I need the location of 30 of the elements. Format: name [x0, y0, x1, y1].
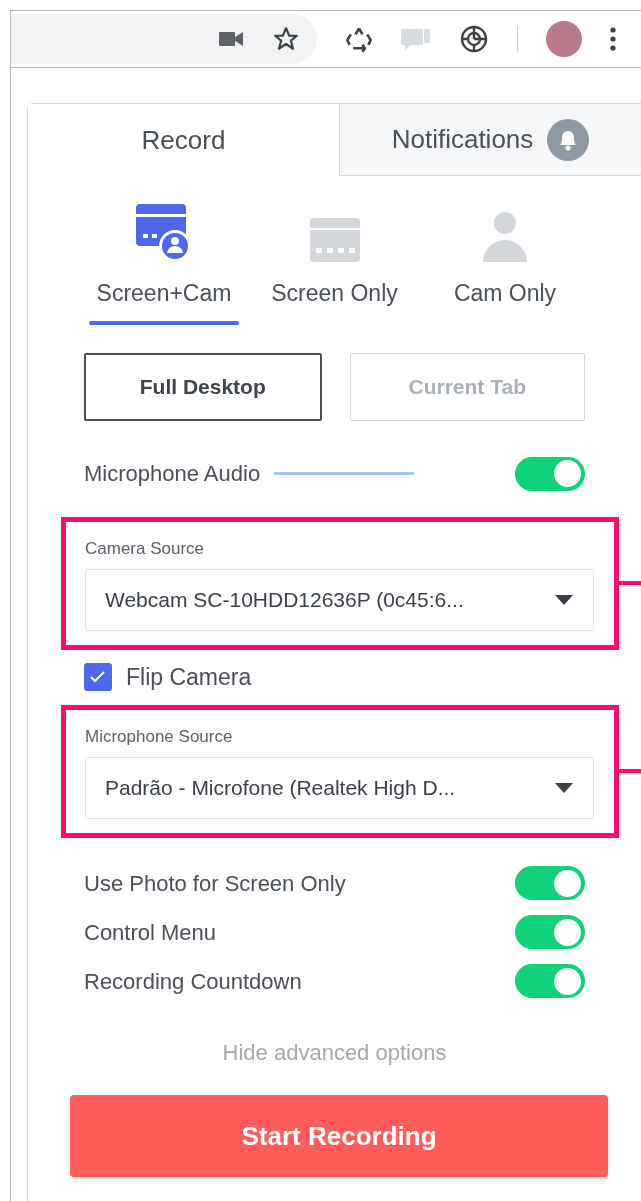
- more-icon[interactable]: [610, 26, 616, 51]
- caret-icon: [555, 595, 573, 605]
- checkbox[interactable]: [84, 663, 112, 692]
- check-icon: [90, 671, 106, 684]
- checkbox-label: Flip Camera: [126, 663, 252, 692]
- caret-icon: [555, 783, 573, 793]
- star-icon[interactable]: [273, 25, 299, 52]
- toggle-switch[interactable]: [515, 964, 585, 998]
- address-bar[interactable]: [11, 13, 317, 64]
- field-label: Camera Source: [85, 537, 206, 560]
- avatar[interactable]: [546, 20, 582, 57]
- dropdown[interactable]: Padrão - Microfone (Realtek High D...: [85, 757, 594, 819]
- bell-icon: [547, 118, 590, 161]
- person-icon: [483, 212, 527, 262]
- toggle-label: Control Menu: [84, 918, 217, 947]
- mode-tab[interactable]: Screen+Cam: [84, 204, 244, 325]
- mode-tab[interactable]: Cam Only: [425, 204, 585, 325]
- toggle-switch[interactable]: [515, 866, 585, 900]
- toggle-switch[interactable]: [515, 915, 585, 949]
- capture-option[interactable]: Full Desktop: [84, 352, 322, 421]
- toggle-label: Recording Countdown: [84, 967, 302, 996]
- field-label: Microphone Source: [85, 725, 234, 748]
- dropdown[interactable]: Webcam SC-10HDD12636P (0c45:6...: [85, 569, 594, 631]
- video-camera-icon[interactable]: [219, 30, 243, 47]
- screen-icon: [308, 218, 361, 262]
- toggle-label: Microphone Audio: [84, 460, 261, 488]
- mode-tab[interactable]: Screen Only: [254, 204, 415, 325]
- toggle-label: Use Photo for Screen Only: [84, 869, 346, 898]
- toggle-switch[interactable]: [515, 456, 585, 491]
- tab[interactable]: Notifications: [339, 104, 641, 176]
